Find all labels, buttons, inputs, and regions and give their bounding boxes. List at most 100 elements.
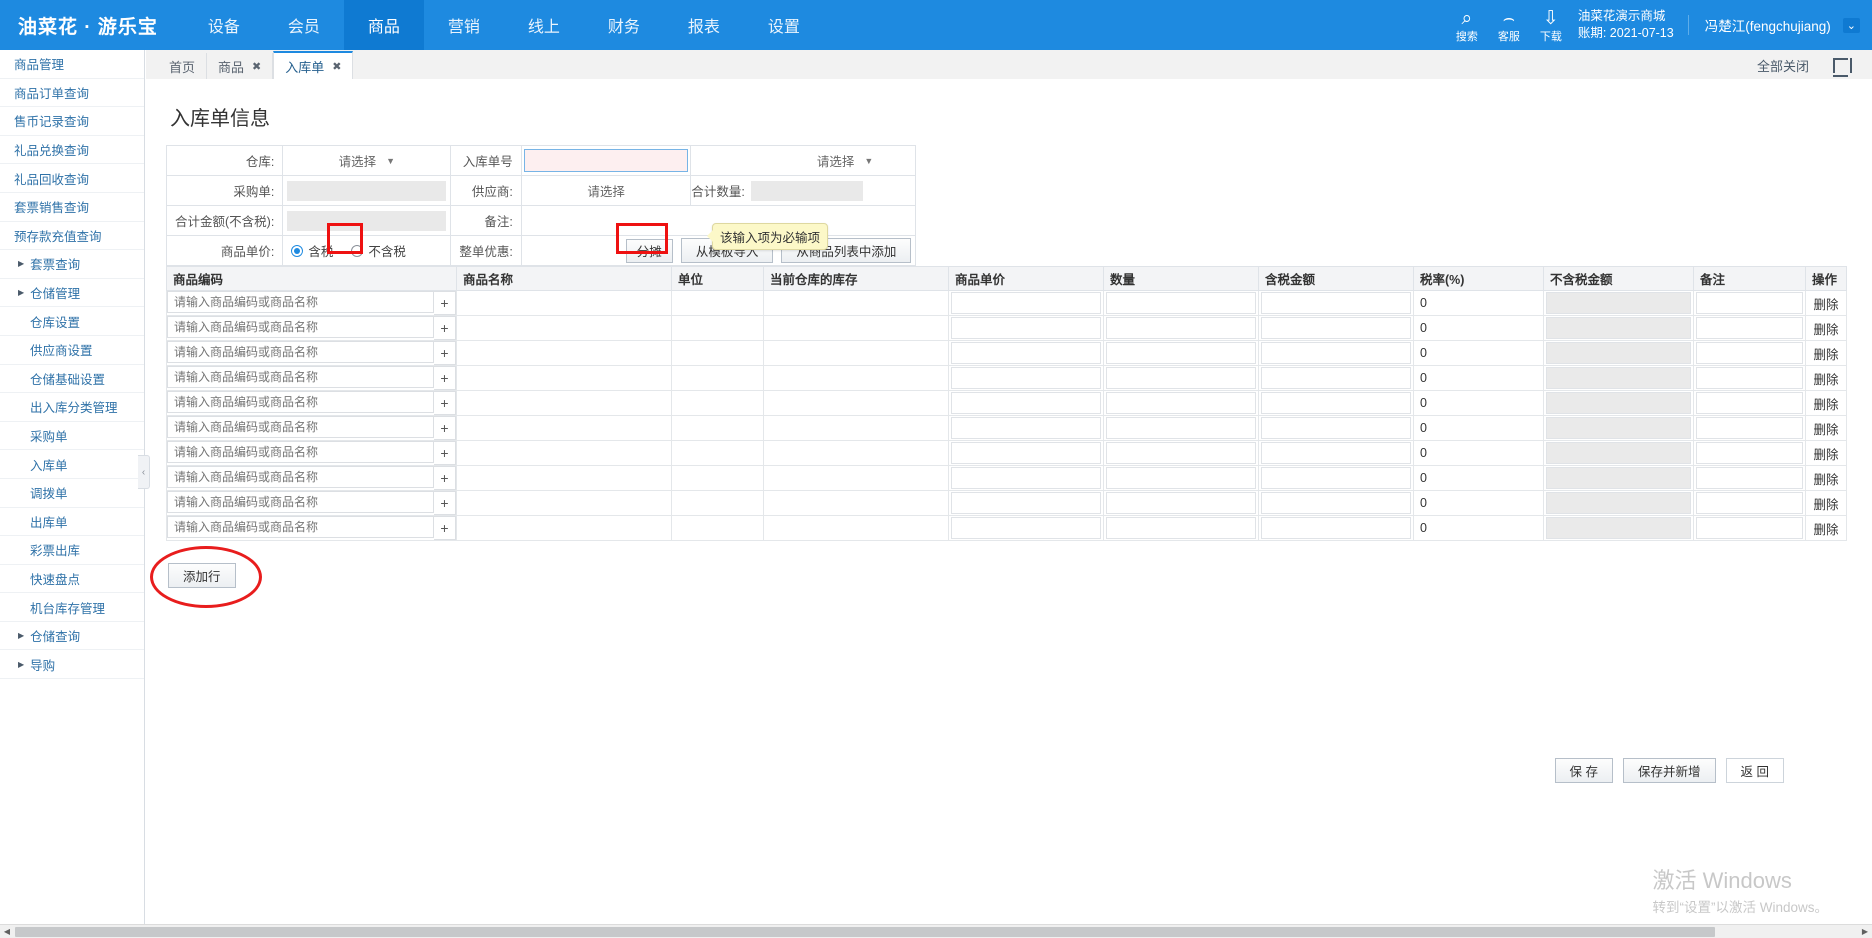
cell-product-code[interactable]: + xyxy=(166,315,457,341)
purchase-order-field[interactable] xyxy=(282,175,452,206)
cell-remark[interactable] xyxy=(1693,465,1806,491)
sidebar-item-16[interactable]: 出库单 xyxy=(0,508,144,537)
cell-unit-price-input[interactable] xyxy=(951,292,1101,314)
delete-row-button[interactable]: 删除 xyxy=(1806,494,1846,513)
remark-input[interactable] xyxy=(1696,342,1803,364)
cell-unit-price-input[interactable] xyxy=(951,517,1101,539)
cell-tax-rate[interactable]: 0 xyxy=(1413,415,1544,441)
cell-tax-rate[interactable]: 0 xyxy=(1413,515,1544,541)
cell-tax-incl-amount[interactable] xyxy=(1258,465,1414,491)
cell-quantity[interactable] xyxy=(1103,390,1259,416)
product-code-input[interactable] xyxy=(167,441,434,463)
cell-tax-rate[interactable]: 0 xyxy=(1413,290,1544,316)
cell-tax-incl-amount[interactable] xyxy=(1258,515,1414,541)
cell-unit-price[interactable] xyxy=(948,515,1104,541)
product-code-input[interactable] xyxy=(167,291,434,313)
search-icon[interactable]: ⌕ 搜索 xyxy=(1446,8,1488,43)
cell-quantity-input[interactable] xyxy=(1106,317,1256,339)
cell-quantity-input[interactable] xyxy=(1106,467,1256,489)
remark-input[interactable] xyxy=(1696,292,1803,314)
sidebar-item-8[interactable]: ▶ 仓储管理 xyxy=(0,279,144,308)
product-code-input[interactable] xyxy=(167,466,434,488)
tab-0[interactable]: 首页 xyxy=(158,53,208,79)
footer-button-1[interactable]: 保存并新增 xyxy=(1623,758,1716,783)
whole-discount-input[interactable] xyxy=(525,240,618,261)
receipt-no-input[interactable] xyxy=(523,149,689,172)
cell-unit-price[interactable] xyxy=(948,365,1104,391)
warehouse-select[interactable]: 请选择 ▼ xyxy=(282,145,452,176)
cell-unit-price-input[interactable] xyxy=(951,367,1101,389)
sidebar-item-21[interactable]: ▶ 导购 xyxy=(0,650,144,680)
sidebar-item-10[interactable]: 供应商设置 xyxy=(0,336,144,365)
cell-remark[interactable] xyxy=(1693,340,1806,366)
delete-row-button[interactable]: 删除 xyxy=(1806,419,1846,438)
cell-unit-price-input[interactable] xyxy=(951,317,1101,339)
close-icon[interactable]: ✖ xyxy=(332,60,341,73)
cell-tax-incl-amount-input[interactable] xyxy=(1261,292,1411,314)
nav-item-6[interactable]: 报表 xyxy=(664,0,744,50)
cell-tax-incl-amount-input[interactable] xyxy=(1261,417,1411,439)
nav-item-5[interactable]: 财务 xyxy=(584,0,664,50)
cell-tax-incl-amount[interactable] xyxy=(1258,315,1414,341)
scroll-left-arrow[interactable]: ◀ xyxy=(0,925,14,938)
cell-quantity[interactable] xyxy=(1103,340,1259,366)
receipt-type-select[interactable]: 请选择 ▼ xyxy=(690,145,917,176)
cell-unit-price-input[interactable] xyxy=(951,492,1101,514)
product-code-input[interactable] xyxy=(167,316,434,338)
remark-input[interactable] xyxy=(1696,492,1803,514)
cell-quantity-input[interactable] xyxy=(1106,492,1256,514)
cell-unit-price-input[interactable] xyxy=(951,392,1101,414)
cell-tax-incl-amount-input[interactable] xyxy=(1261,442,1411,464)
cell-quantity[interactable] xyxy=(1103,465,1259,491)
add-row-button[interactable]: 添加行 xyxy=(168,563,236,588)
cell-tax-incl-amount-input[interactable] xyxy=(1261,317,1411,339)
cell-unit-price[interactable] xyxy=(948,415,1104,441)
delete-row-button[interactable]: 删除 xyxy=(1806,344,1846,363)
cell-tax-incl-amount-input[interactable] xyxy=(1261,492,1411,514)
cell-remark[interactable] xyxy=(1693,365,1806,391)
add-product-icon[interactable]: + xyxy=(434,366,456,390)
cell-product-code[interactable]: + xyxy=(166,415,457,441)
nav-item-4[interactable]: 线上 xyxy=(504,0,584,50)
delete-row-button[interactable]: 删除 xyxy=(1806,444,1846,463)
cell-product-code[interactable]: + xyxy=(166,290,457,316)
nav-item-1[interactable]: 会员 xyxy=(264,0,344,50)
cell-tax-rate[interactable]: 0 xyxy=(1413,490,1544,516)
cell-unit-price[interactable] xyxy=(948,290,1104,316)
delete-row-button[interactable]: 删除 xyxy=(1806,319,1846,338)
tab-1[interactable]: 商品 ✖ xyxy=(207,53,274,79)
product-code-input[interactable] xyxy=(167,416,434,438)
cell-product-code[interactable]: + xyxy=(166,465,457,491)
product-code-input[interactable] xyxy=(167,366,434,388)
cell-tax-incl-amount-input[interactable] xyxy=(1261,467,1411,489)
tax-mode-radio-group[interactable]: 含税 不含税 xyxy=(282,235,452,266)
cell-unit-price[interactable] xyxy=(948,315,1104,341)
remark-input[interactable] xyxy=(1696,417,1803,439)
cell-unit-price[interactable] xyxy=(948,465,1104,491)
cell-remark[interactable] xyxy=(1693,390,1806,416)
cell-remark[interactable] xyxy=(1693,315,1806,341)
supplier-select[interactable]: 请选择 xyxy=(520,175,692,206)
cell-tax-incl-amount[interactable] xyxy=(1258,365,1414,391)
footer-button-0[interactable]: 保 存 xyxy=(1554,758,1613,783)
sidebar-item-6[interactable]: 预存款充值查询 xyxy=(0,222,144,251)
add-product-icon[interactable]: + xyxy=(434,341,456,365)
product-code-input[interactable] xyxy=(167,491,434,513)
cell-quantity[interactable] xyxy=(1103,365,1259,391)
add-product-icon[interactable]: + xyxy=(434,391,456,415)
delete-row-button[interactable]: 删除 xyxy=(1806,394,1846,413)
sidebar-item-4[interactable]: 礼品回收查询 xyxy=(0,164,144,193)
sidebar-item-0[interactable]: 商品管理 xyxy=(0,50,144,79)
cell-product-code[interactable]: + xyxy=(166,390,457,416)
cell-unit-price-input[interactable] xyxy=(951,442,1101,464)
cell-product-code[interactable]: + xyxy=(166,340,457,366)
cell-tax-rate[interactable]: 0 xyxy=(1413,340,1544,366)
cell-quantity[interactable] xyxy=(1103,440,1259,466)
cell-quantity-input[interactable] xyxy=(1106,417,1256,439)
remark-input[interactable] xyxy=(1696,442,1803,464)
product-code-input[interactable] xyxy=(167,341,434,363)
cell-unit-price-input[interactable] xyxy=(951,342,1101,364)
cell-remark[interactable] xyxy=(1693,440,1806,466)
cell-tax-incl-amount[interactable] xyxy=(1258,290,1414,316)
sidebar-item-3[interactable]: 礼品兑换查询 xyxy=(0,136,144,165)
